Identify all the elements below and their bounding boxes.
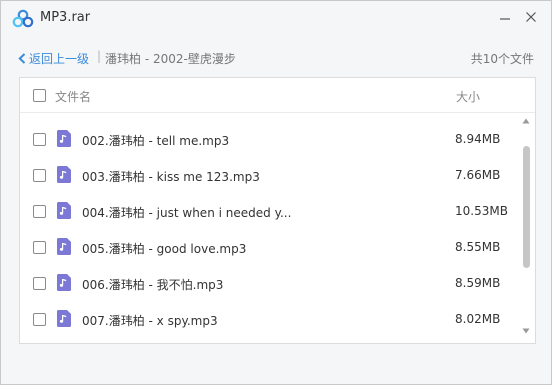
- minimize-icon: [500, 18, 510, 20]
- row-checkbox[interactable]: [33, 313, 46, 326]
- file-size: 8.94MB: [455, 132, 501, 146]
- title-bar[interactable]: MP3.rar: [1, 1, 551, 37]
- back-label: 返回上一级: [29, 52, 90, 66]
- music-file-icon: [57, 238, 71, 255]
- navigation-bar: 返回上一级 | 潘玮柏 - 2002-壁虎漫步 共10个文件: [1, 37, 551, 77]
- table-row[interactable]: 005.潘玮柏 - good love.mp3 8.55MB: [20, 230, 518, 266]
- file-name: 002.潘玮柏 - tell me.mp3: [82, 134, 230, 148]
- file-size: 8.55MB: [455, 240, 501, 254]
- close-button[interactable]: [519, 5, 543, 29]
- music-file-icon: [57, 202, 71, 219]
- file-name: 004.潘玮柏 - just when i needed y...: [82, 206, 292, 220]
- vertical-scrollbar[interactable]: [520, 116, 532, 338]
- row-checkbox[interactable]: [33, 277, 46, 290]
- back-button[interactable]: 返回上一级: [18, 50, 89, 67]
- file-list-panel: 文件名 大小 002.潘玮柏 - tell me.mp3 8.94MB 003.: [19, 77, 536, 344]
- row-checkbox[interactable]: [33, 133, 46, 146]
- window-title: MP3.rar: [40, 10, 91, 25]
- music-file-icon: [57, 130, 71, 147]
- select-all-checkbox[interactable]: [33, 89, 46, 102]
- file-size: 10.53MB: [455, 204, 508, 218]
- music-file-icon: [57, 166, 71, 183]
- archive-window: MP3.rar 返回上一级 | 潘玮柏 - 2002-壁虎漫步 共10个文件 文…: [0, 0, 552, 385]
- row-checkbox[interactable]: [33, 205, 46, 218]
- music-file-icon: [57, 274, 71, 291]
- table-row[interactable]: 004.潘玮柏 - just when i needed y... 10.53M…: [20, 194, 518, 230]
- file-name: 006.潘玮柏 - 我不怕.mp3: [82, 278, 224, 292]
- column-header-size[interactable]: 大小: [456, 88, 480, 105]
- file-size: 8.02MB: [455, 312, 501, 326]
- table-row[interactable]: 006.潘玮柏 - 我不怕.mp3 8.59MB: [20, 266, 518, 302]
- file-name: 005.潘玮柏 - good love.mp3: [82, 242, 247, 256]
- breadcrumb-path: 潘玮柏 - 2002-壁虎漫步: [105, 52, 236, 66]
- breadcrumb-separator: |: [97, 49, 102, 63]
- minimize-button[interactable]: [493, 5, 517, 29]
- file-size: 7.66MB: [455, 168, 501, 182]
- file-name: 003.潘玮柏 - kiss me 123.mp3: [82, 170, 260, 184]
- close-icon: [526, 12, 536, 22]
- table-row[interactable]: 003.潘玮柏 - kiss me 123.mp3 7.66MB: [20, 158, 518, 194]
- scroll-thumb[interactable]: [523, 146, 530, 268]
- column-header-name[interactable]: 文件名: [55, 88, 91, 105]
- scroll-up-arrow-icon[interactable]: [522, 118, 530, 124]
- file-name: 007.潘玮柏 - x spy.mp3: [82, 314, 218, 328]
- row-checkbox[interactable]: [33, 241, 46, 254]
- table-row[interactable]: 002.潘玮柏 - tell me.mp3 8.94MB: [20, 122, 518, 158]
- file-list: 002.潘玮柏 - tell me.mp3 8.94MB 003.潘玮柏 - k…: [20, 122, 518, 338]
- table-row[interactable]: 007.潘玮柏 - x spy.mp3 8.02MB: [20, 302, 518, 338]
- scroll-down-arrow-icon[interactable]: [522, 328, 530, 334]
- file-count: 共10个文件: [470, 52, 534, 66]
- cloud-logo-icon: [12, 9, 34, 28]
- file-size: 8.59MB: [455, 276, 501, 290]
- music-file-icon: [57, 310, 71, 327]
- row-checkbox[interactable]: [33, 169, 46, 182]
- chevron-left-icon: [18, 53, 26, 64]
- table-header: 文件名 大小: [20, 78, 535, 113]
